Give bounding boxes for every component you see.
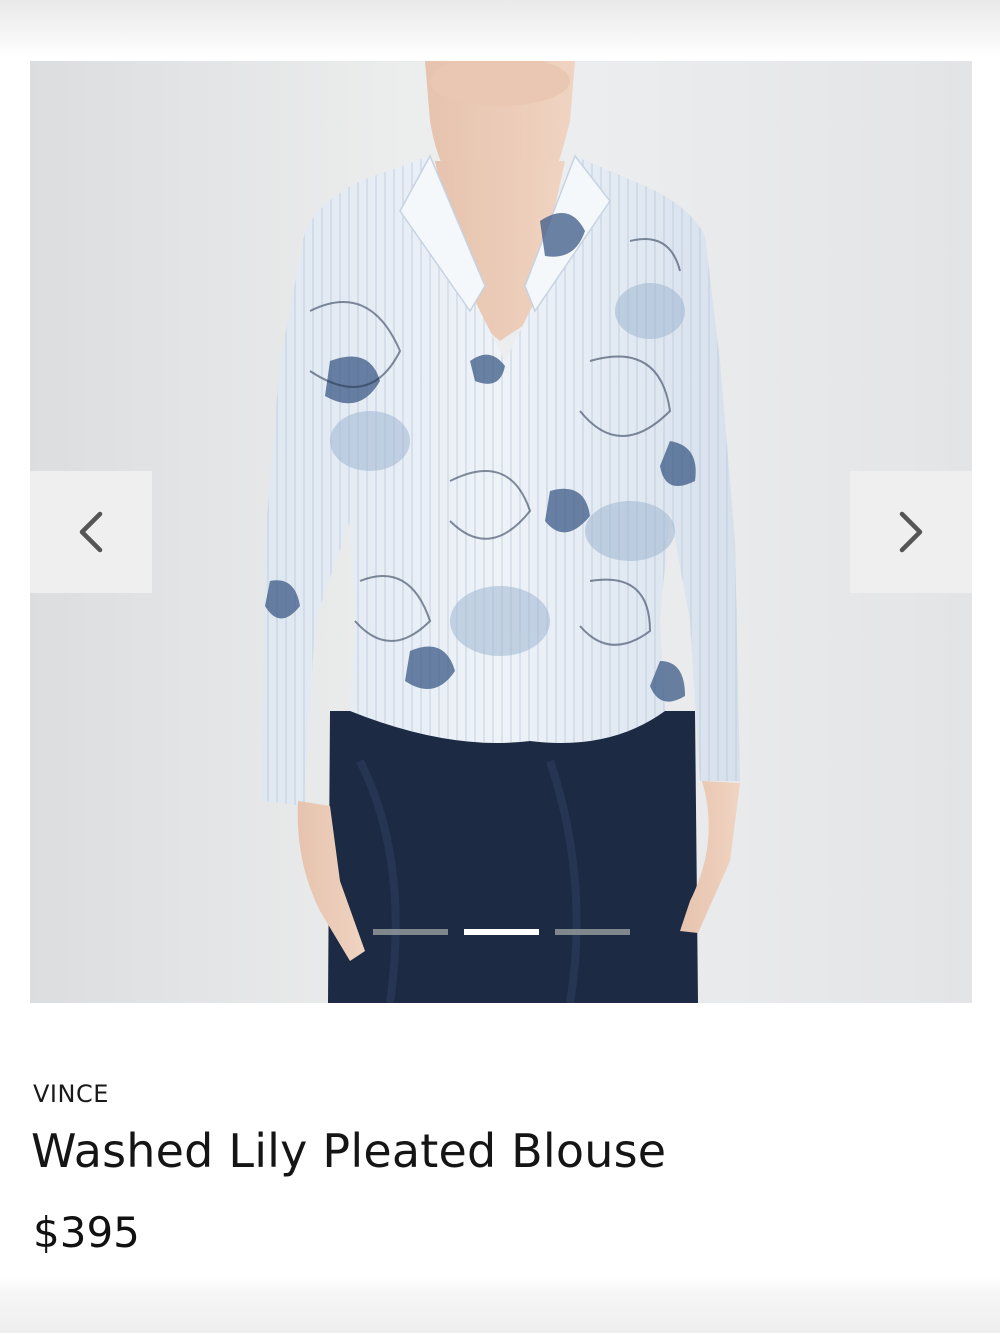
chevron-left-icon bbox=[79, 511, 103, 553]
product-page: VINCE Washed Lily Pleated Blouse $395 bbox=[0, 0, 1000, 1333]
carousel-dot-3[interactable] bbox=[555, 929, 630, 935]
product-title: Washed Lily Pleated Blouse bbox=[31, 1124, 667, 1178]
carousel-indicators bbox=[373, 929, 630, 935]
product-image-gallery[interactable] bbox=[30, 61, 972, 1003]
brand-name[interactable]: VINCE bbox=[33, 1080, 109, 1108]
product-photo bbox=[262, 61, 740, 1003]
chevron-right-icon bbox=[899, 511, 923, 553]
top-edge bbox=[0, 0, 1000, 56]
carousel-dot-2-active[interactable] bbox=[464, 929, 539, 935]
previous-image-button[interactable] bbox=[30, 471, 152, 593]
product-price: $395 bbox=[33, 1208, 140, 1257]
next-image-button[interactable] bbox=[850, 471, 972, 593]
carousel-dot-1[interactable] bbox=[373, 929, 448, 935]
bottom-edge bbox=[0, 1277, 1000, 1333]
